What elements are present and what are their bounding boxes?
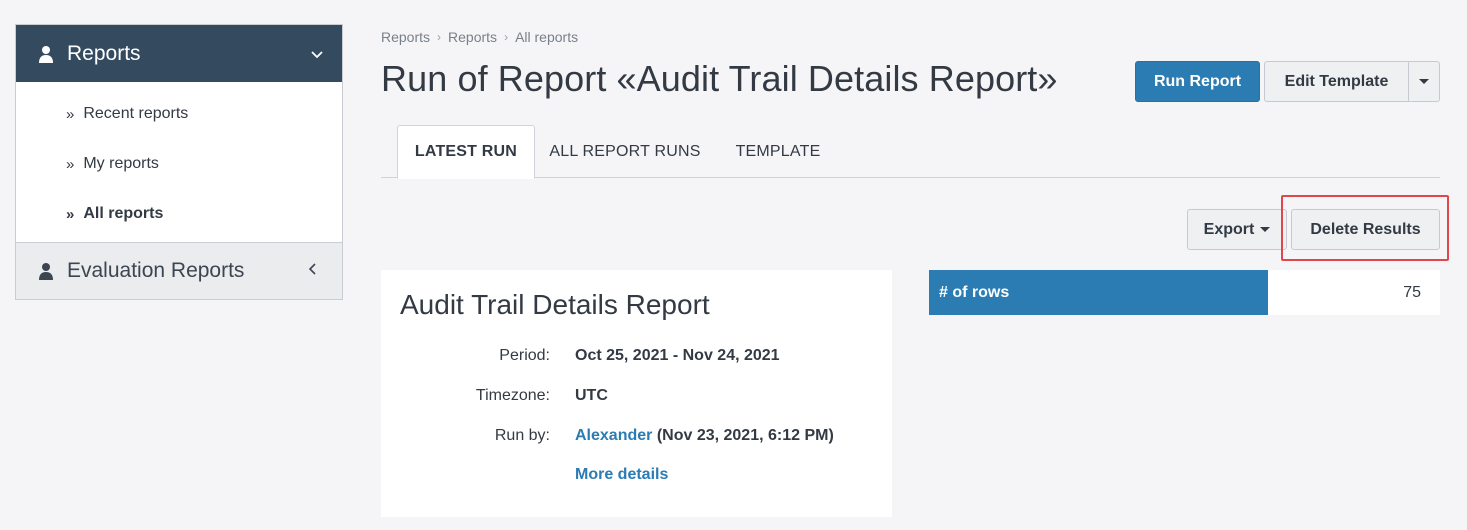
edit-template-dropdown-toggle[interactable] [1408, 61, 1440, 102]
breadcrumb-item-current: All reports [515, 29, 579, 45]
period-value: Oct 25, 2021 - Nov 24, 2021 [575, 347, 780, 364]
rows-count-table: # of rows 75 [929, 270, 1440, 315]
sidebar-items: » Recent reports » My reports » All repo… [16, 82, 342, 242]
timezone-row: Timezone: UTC [381, 387, 892, 405]
caret-down-icon [1260, 227, 1271, 232]
rows-count-header: # of rows [929, 270, 1268, 315]
export-button[interactable]: Export [1187, 209, 1287, 250]
sidebar-item-label: My reports [83, 155, 159, 172]
double-chevron-right-icon: » [66, 205, 75, 223]
run-by-row: Run by: Alexander (Nov 23, 2021, 6:12 PM… [381, 427, 892, 445]
delete-results-button[interactable]: Delete Results [1291, 209, 1440, 250]
export-button-label: Export [1203, 220, 1255, 238]
empty-label [381, 466, 550, 484]
run-by-time: (Nov 23, 2021, 6:12 PM) [652, 427, 834, 444]
sidebar-header-label: Reports [67, 41, 141, 65]
run-by-user-link[interactable]: Alexander [575, 427, 652, 444]
sidebar-item-label: All reports [83, 205, 164, 222]
more-details-row: More details [381, 466, 892, 484]
person-icon [38, 262, 54, 280]
breadcrumb: Reports › Reports › All reports [381, 29, 578, 45]
tab-bar: LATEST RUN ALL REPORT RUNS TEMPLATE [381, 125, 1440, 179]
caret-down-icon [1419, 79, 1429, 84]
double-chevron-right-icon: » [66, 155, 75, 173]
run-report-button[interactable]: Run Report [1135, 61, 1260, 102]
sidebar-item-my-reports[interactable]: » My reports [16, 139, 342, 189]
sidebar-item-all-reports[interactable]: » All reports [16, 189, 342, 239]
edit-template-button[interactable]: Edit Template [1264, 61, 1409, 102]
report-title: Audit Trail Details Report [400, 289, 710, 320]
report-summary-card: Audit Trail Details Report Period: Oct 2… [381, 270, 892, 517]
double-chevron-right-icon: » [66, 105, 75, 123]
chevron-down-icon[interactable] [310, 47, 324, 61]
tab-latest-run[interactable]: LATEST RUN [397, 125, 535, 179]
sidebar-section-evaluation-reports[interactable]: Evaluation Reports [16, 242, 342, 299]
more-details-link[interactable]: More details [575, 466, 668, 483]
timezone-value: UTC [575, 387, 608, 404]
breadcrumb-item[interactable]: Reports [448, 29, 497, 45]
chevron-right-icon: › [437, 30, 442, 44]
page-title: Run of Report «Audit Trail Details Repor… [381, 58, 1058, 99]
run-by-value: Alexander (Nov 23, 2021, 6:12 PM) [575, 427, 834, 445]
period-label: Period: [499, 347, 550, 364]
rows-count-value: 75 [1268, 270, 1440, 315]
sidebar-header-reports[interactable]: Reports [16, 25, 342, 82]
chevron-left-icon[interactable] [306, 262, 320, 281]
tab-template[interactable]: TEMPLATE [721, 125, 835, 178]
breadcrumb-item[interactable]: Reports [381, 29, 430, 45]
chevron-right-icon: › [504, 30, 509, 44]
run-by-label: Run by: [494, 427, 550, 444]
person-icon [38, 45, 54, 63]
sidebar-section-label: Evaluation Reports [67, 259, 245, 282]
timezone-label: Timezone: [475, 387, 550, 404]
sidebar-item-label: Recent reports [83, 105, 189, 122]
sidebar: Reports » Recent reports » My reports » … [15, 24, 343, 300]
tab-all-report-runs[interactable]: ALL REPORT RUNS [543, 125, 707, 178]
sidebar-item-recent-reports[interactable]: » Recent reports [16, 89, 342, 139]
period-row: Period: Oct 25, 2021 - Nov 24, 2021 [381, 347, 892, 365]
